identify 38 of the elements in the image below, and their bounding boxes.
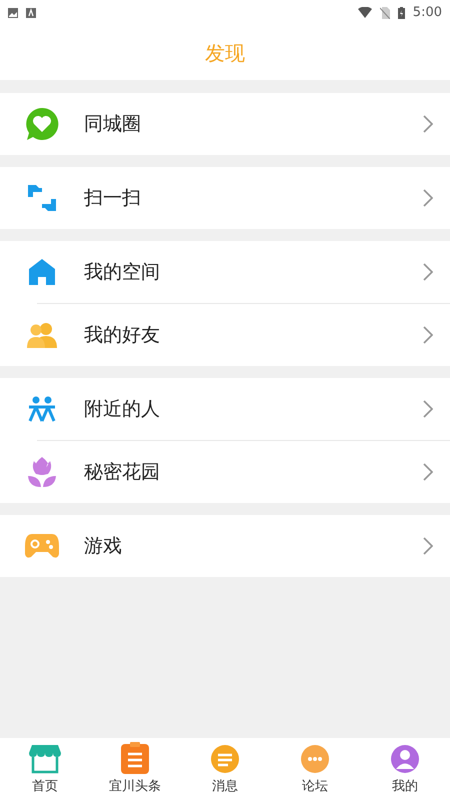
chevron-right-icon xyxy=(423,115,433,133)
menu-item[interactable]: 我的空间 xyxy=(0,241,450,303)
message-icon xyxy=(210,744,240,774)
gamepad-icon xyxy=(24,532,60,560)
page-title: 发现 xyxy=(205,40,245,66)
chevron-right-icon xyxy=(423,189,433,207)
tab-label[interactable]: 消息 xyxy=(212,776,238,796)
shop-icon xyxy=(28,744,62,774)
no-sim-icon xyxy=(380,6,390,18)
profile-icon xyxy=(390,744,420,774)
menu-item[interactable]: 附近的人 xyxy=(0,378,450,440)
menu-item[interactable]: 我的好友 xyxy=(0,304,450,366)
battery-icon xyxy=(398,6,405,18)
tab-label[interactable]: 我的 xyxy=(392,776,418,796)
menu-item[interactable]: 扫一扫 xyxy=(0,167,450,229)
clipboard-icon xyxy=(120,742,150,774)
tab-label[interactable]: 宜川头条 xyxy=(109,776,161,796)
wifi-icon xyxy=(358,7,372,18)
menu-item[interactable]: 秘密花园 xyxy=(0,441,450,503)
image-icon xyxy=(8,8,18,18)
heart-bubble-icon xyxy=(25,107,59,141)
chevron-right-icon xyxy=(423,326,433,344)
house-icon xyxy=(28,258,56,286)
chevron-right-icon xyxy=(423,263,433,281)
menu-item[interactable]: 游戏 xyxy=(0,515,450,577)
chevron-right-icon xyxy=(423,537,433,555)
clock-time: 5:00 xyxy=(412,4,442,22)
people-icon xyxy=(28,396,56,422)
menu-item[interactable]: 同城圈 xyxy=(0,93,450,155)
scan-icon xyxy=(26,183,58,213)
chevron-right-icon xyxy=(423,463,433,481)
font-icon xyxy=(26,8,36,18)
chevron-right-icon xyxy=(423,400,433,418)
tab-label[interactable]: 首页 xyxy=(32,776,58,796)
people-icon xyxy=(26,322,58,348)
forum-icon xyxy=(300,744,330,774)
flower-icon xyxy=(27,456,57,488)
tab-label[interactable]: 论坛 xyxy=(302,776,328,796)
